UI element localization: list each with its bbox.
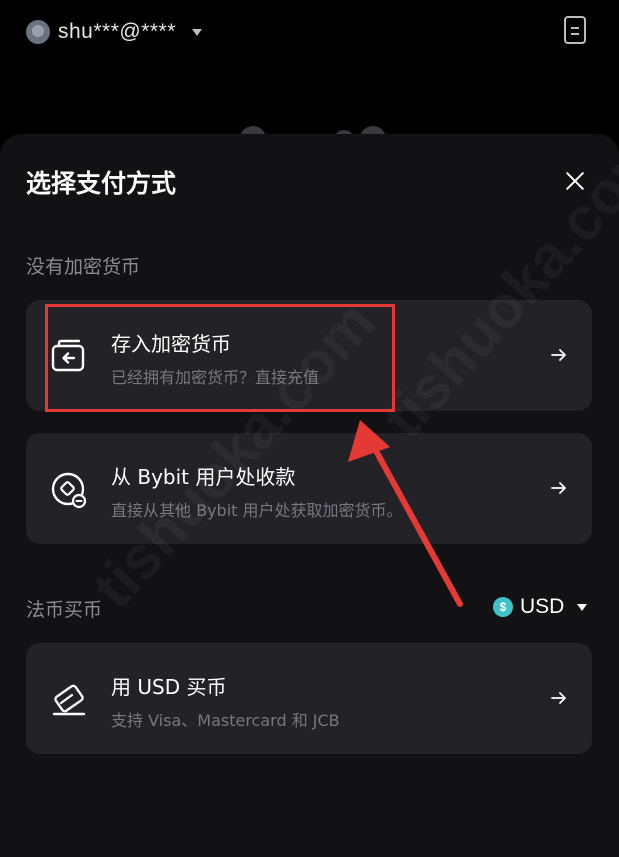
- sheet-title: 选择支付方式: [26, 169, 177, 198]
- usd-coin-icon: $: [493, 597, 513, 617]
- caret-down-icon: [577, 603, 588, 611]
- option-title: 用 USD 买币: [111, 675, 227, 699]
- buy-with-usd-option[interactable]: 用 USD 买币 支持 Visa、Mastercard 和 JCB: [26, 643, 592, 754]
- arrow-right-icon: [551, 692, 566, 704]
- chevron-down-icon: [191, 28, 202, 36]
- receive-payment-icon: [51, 472, 87, 509]
- document-icon[interactable]: [564, 16, 586, 44]
- avatar: [26, 20, 50, 44]
- currency-code: USD: [520, 595, 565, 618]
- receive-from-bybit-user-option[interactable]: 从 Bybit 用户处收款 直接从其他 Bybit 用户处获取加密货币。: [26, 433, 592, 544]
- account-switcher[interactable]: shu***@****: [26, 20, 202, 44]
- arrow-right-icon: [551, 482, 566, 494]
- section-label-fiat: 法币买币: [26, 599, 103, 621]
- annotation-highlight-box: [45, 304, 395, 412]
- option-subtitle: 支持 Visa、Mastercard 和 JCB: [111, 711, 340, 730]
- top-bar: shu***@****: [0, 0, 619, 70]
- card-payment-icon: [52, 684, 86, 716]
- arrow-right-icon: [551, 349, 566, 361]
- section-label-no-crypto: 没有加密货币: [26, 256, 141, 278]
- account-name: shu***@****: [58, 20, 176, 43]
- currency-selector[interactable]: $ USD: [493, 595, 588, 619]
